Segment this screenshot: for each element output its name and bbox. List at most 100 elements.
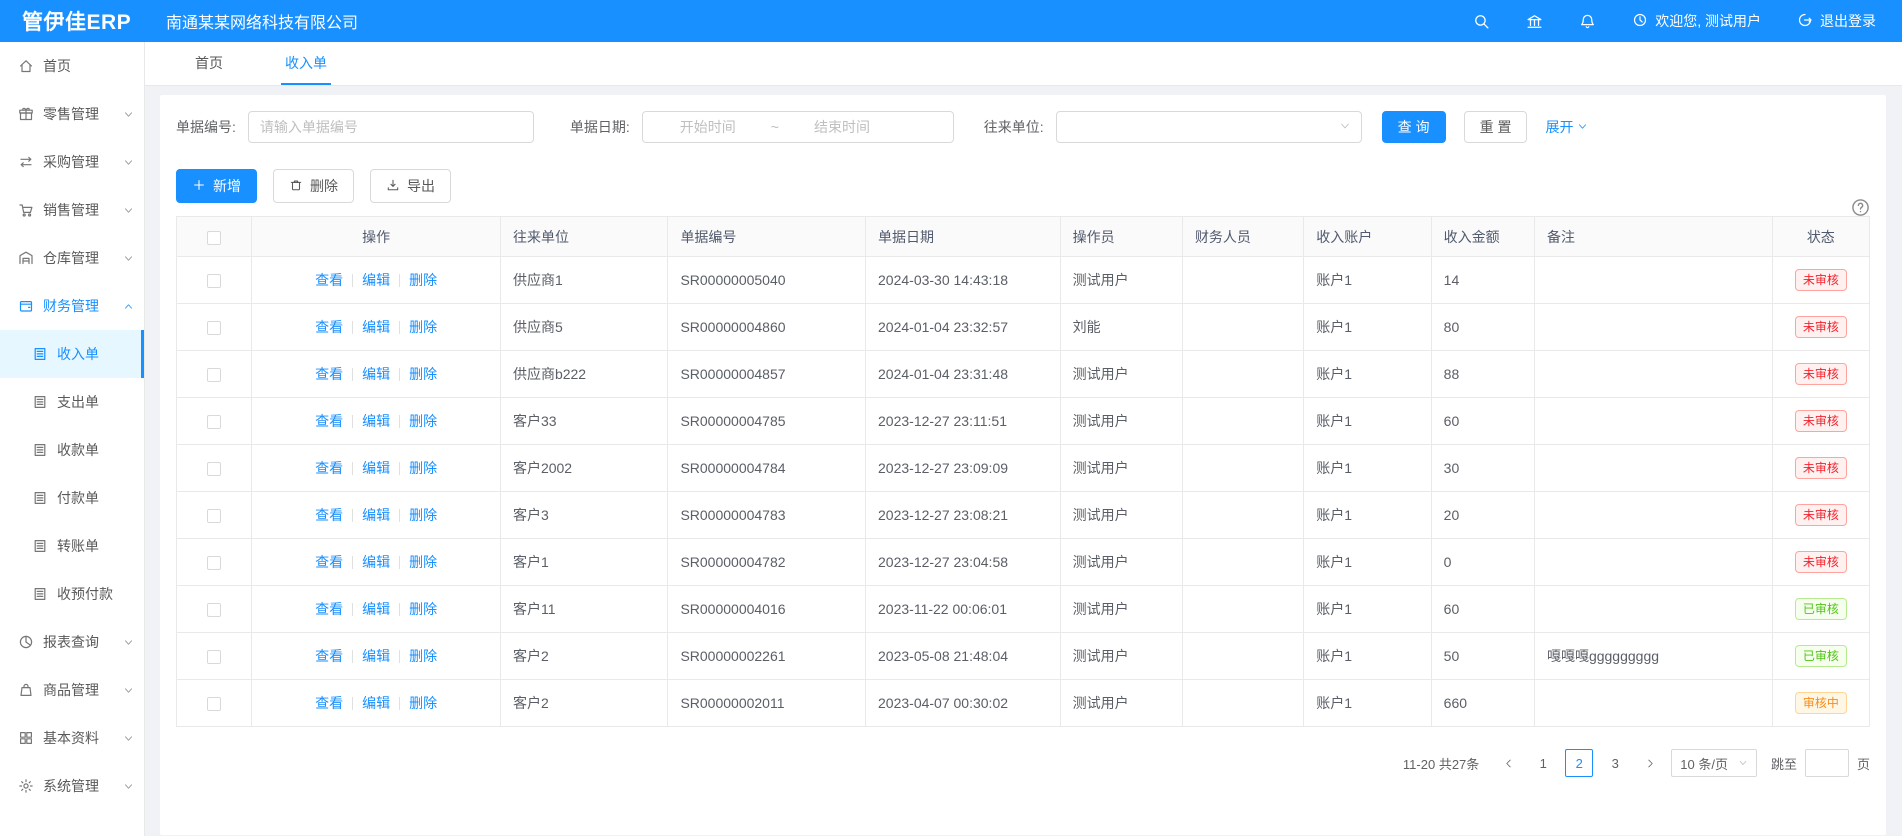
- row-checkbox[interactable]: [207, 274, 221, 288]
- finance-staff-cell: [1182, 257, 1303, 304]
- account-cell: 账户1: [1304, 304, 1431, 351]
- sidebar-item-expense-receipt[interactable]: 支出单: [0, 378, 144, 426]
- delete-link[interactable]: 删除: [409, 411, 437, 431]
- row-checkbox[interactable]: [207, 650, 221, 664]
- partner-cell: 供应商1: [500, 257, 667, 304]
- add-button[interactable]: 新增: [176, 169, 257, 203]
- prev-page-button[interactable]: [1495, 749, 1521, 777]
- doc-no-input[interactable]: [248, 111, 534, 143]
- edit-link[interactable]: 编辑: [362, 599, 390, 619]
- status-badge: 未审核: [1795, 457, 1847, 479]
- search-icon[interactable]: [1473, 13, 1490, 30]
- sidebar-item-sales[interactable]: 销售管理: [0, 186, 144, 234]
- sidebar-item-advance-receipt[interactable]: 收预付款: [0, 570, 144, 618]
- date-range-picker[interactable]: ~: [642, 111, 954, 143]
- finance-staff-cell: [1182, 398, 1303, 445]
- row-checkbox[interactable]: [207, 321, 221, 335]
- delete-link[interactable]: 删除: [409, 270, 437, 290]
- amount-cell: 80: [1431, 304, 1534, 351]
- link-divider: [399, 650, 400, 663]
- status-badge: 未审核: [1795, 551, 1847, 573]
- edit-link[interactable]: 编辑: [362, 458, 390, 478]
- sidebar-item-report[interactable]: 报表查询: [0, 618, 144, 666]
- search-button[interactable]: 查 询: [1382, 111, 1446, 143]
- partner-cell: 客户2002: [500, 445, 667, 492]
- lock-screen-icon[interactable]: [1526, 13, 1543, 30]
- sidebar-item-system[interactable]: 系统管理: [0, 762, 144, 810]
- export-button[interactable]: 导出: [370, 169, 451, 203]
- date-end-input[interactable]: [787, 119, 897, 135]
- delete-link[interactable]: 删除: [409, 317, 437, 337]
- row-checkbox[interactable]: [207, 697, 221, 711]
- edit-link[interactable]: 编辑: [362, 646, 390, 666]
- tab-income-receipt[interactable]: 收入单: [281, 42, 331, 85]
- status-badge: 未审核: [1795, 363, 1847, 385]
- edit-link[interactable]: 编辑: [362, 552, 390, 572]
- next-page-button[interactable]: [1637, 749, 1663, 777]
- view-link[interactable]: 查看: [315, 270, 343, 290]
- help-icon[interactable]: [1851, 198, 1870, 217]
- row-checkbox[interactable]: [207, 509, 221, 523]
- view-link[interactable]: 查看: [315, 317, 343, 337]
- logout-button[interactable]: 退出登录: [1797, 11, 1876, 31]
- sidebar-item-goods[interactable]: 商品管理: [0, 666, 144, 714]
- edit-link[interactable]: 编辑: [362, 317, 390, 337]
- remark-cell: [1534, 398, 1772, 445]
- partner-select[interactable]: [1056, 111, 1362, 143]
- welcome-user[interactable]: 欢迎您, 测试用户: [1632, 11, 1761, 31]
- doc-icon: [32, 394, 48, 410]
- date-start-input[interactable]: [653, 119, 763, 135]
- sidebar-item-retail[interactable]: 零售管理: [0, 90, 144, 138]
- tab-home[interactable]: 首页: [191, 42, 227, 85]
- row-checkbox[interactable]: [207, 415, 221, 429]
- delete-button[interactable]: 删除: [273, 169, 354, 203]
- view-link[interactable]: 查看: [315, 646, 343, 666]
- page-size-select[interactable]: 10 条/页: [1671, 749, 1757, 777]
- sidebar-item-finance[interactable]: 财务管理: [0, 282, 144, 330]
- row-checkbox[interactable]: [207, 556, 221, 570]
- sidebar-item-transfer-receipt[interactable]: 转账单: [0, 522, 144, 570]
- sidebar-item-income-receipt[interactable]: 收入单: [0, 330, 144, 378]
- delete-link[interactable]: 删除: [409, 505, 437, 525]
- sidebar-item-home[interactable]: 首页: [0, 42, 144, 90]
- amount-cell: 14: [1431, 257, 1534, 304]
- view-link[interactable]: 查看: [315, 693, 343, 713]
- view-link[interactable]: 查看: [315, 599, 343, 619]
- page-button-1[interactable]: 1: [1529, 749, 1557, 777]
- account-cell: 账户1: [1304, 445, 1431, 492]
- view-link[interactable]: 查看: [315, 411, 343, 431]
- delete-link[interactable]: 删除: [409, 458, 437, 478]
- edit-link[interactable]: 编辑: [362, 364, 390, 384]
- edit-link[interactable]: 编辑: [362, 270, 390, 290]
- view-link[interactable]: 查看: [315, 505, 343, 525]
- view-link[interactable]: 查看: [315, 458, 343, 478]
- jump-page-input[interactable]: [1805, 749, 1849, 777]
- delete-link[interactable]: 删除: [409, 599, 437, 619]
- delete-link[interactable]: 删除: [409, 646, 437, 666]
- row-checkbox[interactable]: [207, 462, 221, 476]
- sidebar-item-collection-receipt[interactable]: 收款单: [0, 426, 144, 474]
- reset-button[interactable]: 重 置: [1464, 111, 1528, 143]
- select-all-checkbox[interactable]: [207, 231, 221, 245]
- view-link[interactable]: 查看: [315, 364, 343, 384]
- page-button-2[interactable]: 2: [1565, 749, 1593, 777]
- edit-link[interactable]: 编辑: [362, 411, 390, 431]
- column-header: 操作: [252, 217, 501, 257]
- sidebar-item-basic-data[interactable]: 基本资料: [0, 714, 144, 762]
- sidebar-item-warehouse[interactable]: 仓库管理: [0, 234, 144, 282]
- expand-toggle[interactable]: 展开: [1545, 117, 1588, 137]
- sidebar-item-purchase[interactable]: 采购管理: [0, 138, 144, 186]
- page-button-3[interactable]: 3: [1601, 749, 1629, 777]
- edit-link[interactable]: 编辑: [362, 693, 390, 713]
- partner-cell: 客户2: [500, 633, 667, 680]
- notification-bell-icon[interactable]: [1579, 13, 1596, 30]
- delete-link[interactable]: 删除: [409, 364, 437, 384]
- delete-link[interactable]: 删除: [409, 693, 437, 713]
- row-checkbox[interactable]: [207, 603, 221, 617]
- sidebar-item-payment-receipt[interactable]: 付款单: [0, 474, 144, 522]
- doc-icon: [32, 346, 48, 362]
- delete-link[interactable]: 删除: [409, 552, 437, 572]
- row-checkbox[interactable]: [207, 368, 221, 382]
- view-link[interactable]: 查看: [315, 552, 343, 572]
- edit-link[interactable]: 编辑: [362, 505, 390, 525]
